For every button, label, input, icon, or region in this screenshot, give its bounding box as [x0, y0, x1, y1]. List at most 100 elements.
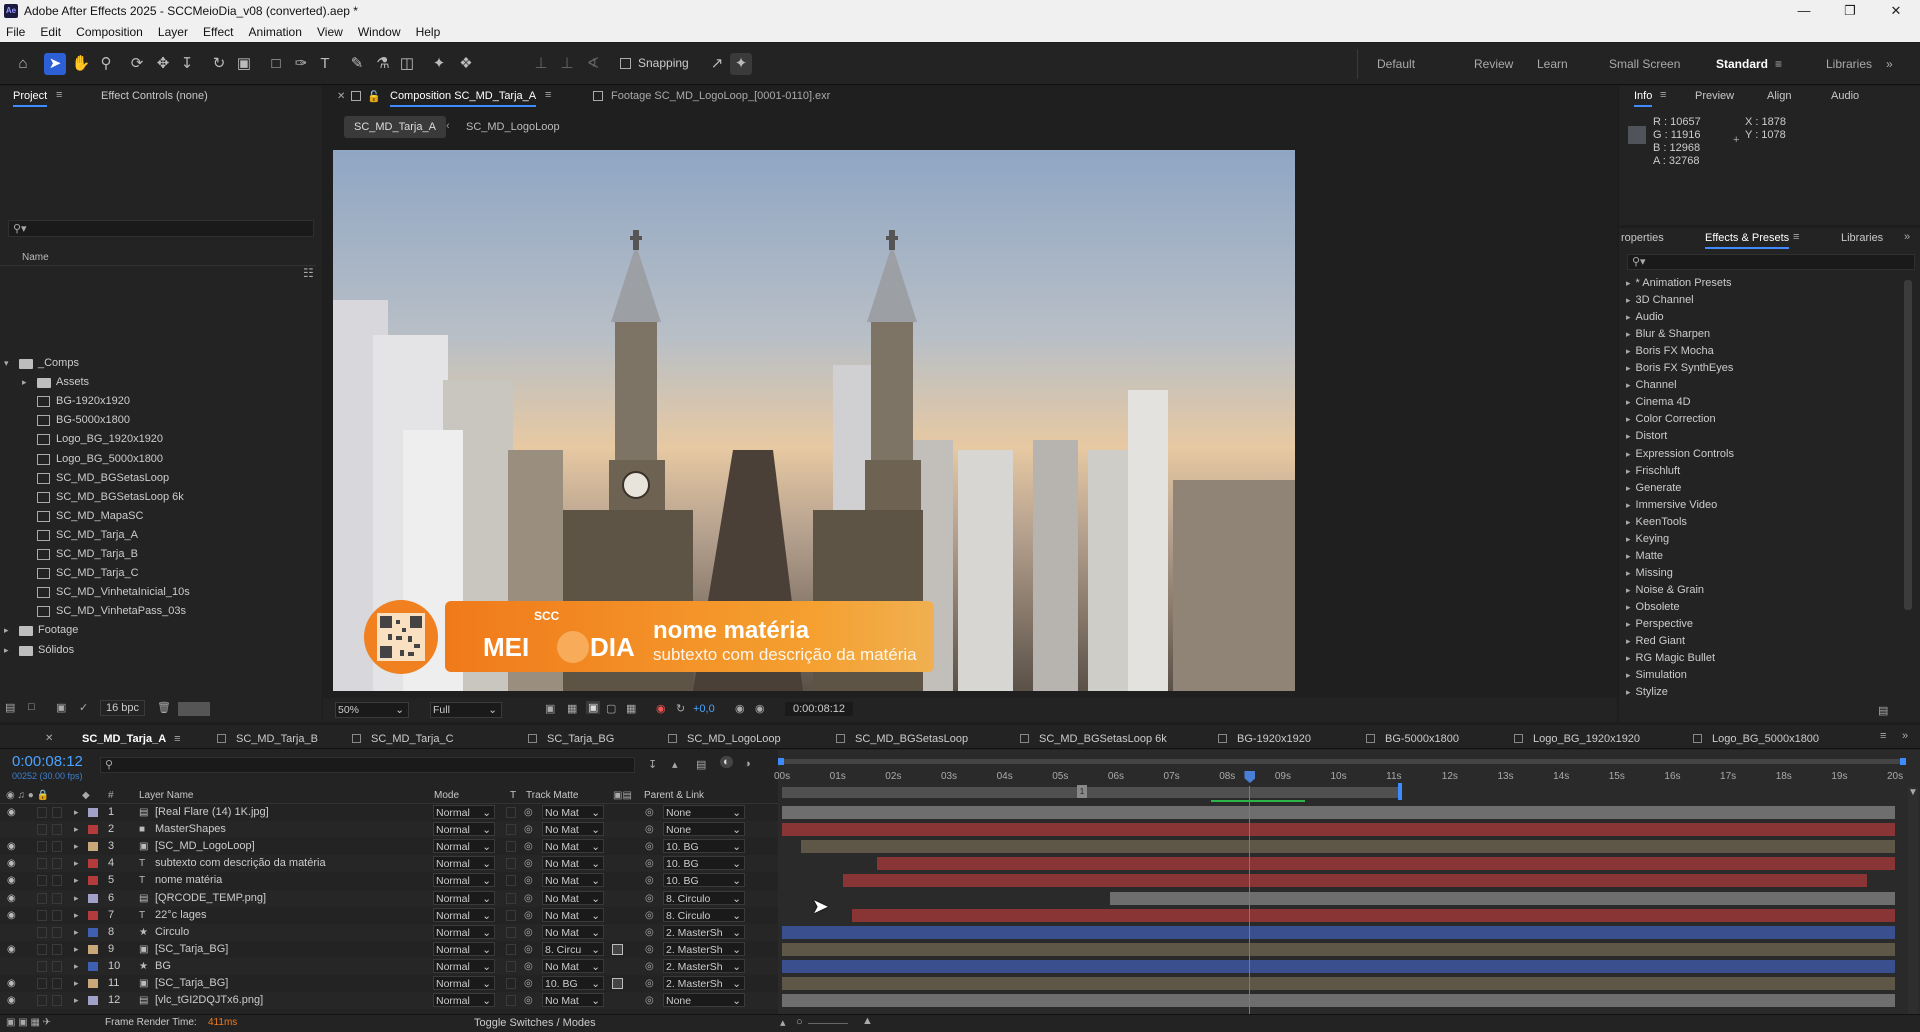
- matte-alpha-icon[interactable]: [612, 978, 623, 989]
- solo-switch[interactable]: [37, 875, 47, 887]
- effects-category[interactable]: ▸ Channel: [1626, 377, 1677, 394]
- effects-overflow-icon[interactable]: »: [1904, 231, 1910, 243]
- matte-pickwhip-icon[interactable]: ◎: [524, 838, 533, 855]
- layer-row[interactable]: ◉ ▸ 5 Tnome matéria Normal ⌄ ◎ No Mat ⌄ ◎ 10. BG ⌄: [0, 872, 778, 889]
- mode-dropdown[interactable]: Normal ⌄: [433, 941, 495, 956]
- layer-duration-bar[interactable]: [1110, 891, 1895, 905]
- dolly-tool-icon[interactable]: ↧: [176, 53, 198, 75]
- tab-info[interactable]: Info: [1634, 90, 1653, 107]
- project-comp-row[interactable]: SC_MD_MapaSC: [0, 507, 316, 526]
- mode-dropdown[interactable]: Normal ⌄: [433, 958, 495, 973]
- track-matte-dropdown[interactable]: No Mat ⌄: [542, 856, 604, 871]
- parent-header[interactable]: Parent & Link: [644, 790, 704, 801]
- label-color-swatch[interactable]: [88, 927, 98, 937]
- effects-category[interactable]: ▸ Generate: [1626, 480, 1681, 497]
- solo-switch[interactable]: [37, 960, 47, 972]
- timeline-tab-menu-icon[interactable]: ≡: [1880, 730, 1886, 742]
- parent-pickwhip-icon[interactable]: ◎: [645, 838, 654, 855]
- timeline-tab[interactable]: SC_MD_Tarja_B: [217, 733, 318, 745]
- layer-name[interactable]: 22°c lages: [155, 907, 207, 924]
- close-tab-icon[interactable]: ✕: [337, 91, 345, 102]
- effects-category[interactable]: ▸ Noise & Grain: [1626, 582, 1704, 599]
- menu-view[interactable]: View: [311, 22, 349, 42]
- solo-switch[interactable]: [37, 943, 47, 955]
- track-matte-dropdown[interactable]: No Mat ⌄: [542, 907, 604, 922]
- rotate-tool-icon[interactable]: ↻: [208, 53, 230, 75]
- lock-switch[interactable]: [52, 807, 62, 818]
- effects-category[interactable]: ▸ Immersive Video: [1626, 497, 1717, 514]
- parent-pickwhip-icon[interactable]: ◎: [645, 821, 654, 838]
- track-matte-dropdown[interactable]: No Mat ⌄: [542, 958, 604, 973]
- zoom-slider-handle[interactable]: ○: [796, 1016, 803, 1028]
- roto-brush-tool-icon[interactable]: ✦: [428, 53, 450, 75]
- composition-viewer[interactable]: SCC MEI DIA nome matéria subtexto com de…: [333, 150, 1295, 691]
- layer-expand-icon[interactable]: ▸: [74, 992, 79, 1009]
- layer-expand-icon[interactable]: ▸: [74, 890, 79, 907]
- project-comp-row[interactable]: BG-1920x1920: [0, 392, 316, 411]
- layer-expand-icon[interactable]: ▸: [74, 924, 79, 941]
- color-channel-icon[interactable]: ◉: [656, 702, 666, 715]
- lock-switch[interactable]: [52, 960, 62, 972]
- effects-category[interactable]: ▸ Expression Controls: [1626, 446, 1734, 463]
- workspace-overflow-icon[interactable]: »: [1886, 57, 1893, 71]
- layer-duration-bar[interactable]: [851, 908, 1895, 922]
- parent-dropdown[interactable]: 8. Circulo ⌄: [663, 907, 745, 922]
- draft-3d-icon[interactable]: ▴: [672, 758, 678, 771]
- solo-switch[interactable]: [37, 926, 47, 938]
- effects-category[interactable]: ▸ Boris FX Mocha: [1626, 343, 1714, 360]
- maximize-icon[interactable]: ❐: [1827, 0, 1873, 22]
- layer-name[interactable]: [QRCODE_TEMP.png]: [155, 890, 266, 907]
- preserve-transparency-switch[interactable]: [506, 875, 516, 887]
- effects-category[interactable]: ▸ RG Magic Bullet: [1626, 650, 1715, 667]
- effects-category[interactable]: ▸ Missing: [1626, 565, 1673, 582]
- visibility-eye-icon[interactable]: ◉: [7, 941, 16, 958]
- layer-row[interactable]: ◉ ▸ 3 ▣ [SC_MD_LogoLoop] Normal ⌄ ◎ No Mat ⌄ ◎ 10. …: [0, 838, 778, 855]
- mode-dropdown[interactable]: Normal ⌄: [433, 993, 495, 1008]
- matte-alpha-icon[interactable]: [612, 943, 623, 955]
- lock-switch[interactable]: [52, 841, 62, 853]
- solo-switch[interactable]: [37, 909, 47, 921]
- matte-pickwhip-icon[interactable]: ◎: [524, 941, 533, 958]
- solo-switch[interactable]: [37, 807, 47, 818]
- timeline-tab[interactable]: SC_MD_BGSetasLoop: [836, 733, 968, 745]
- effects-category[interactable]: ▸ Simulation: [1626, 667, 1687, 684]
- parent-pickwhip-icon[interactable]: ◎: [645, 907, 654, 924]
- parent-pickwhip-icon[interactable]: ◎: [645, 975, 654, 992]
- effects-category[interactable]: ▸ Obsolete: [1626, 599, 1680, 616]
- lock-switch[interactable]: [52, 926, 62, 938]
- resolution-dropdown[interactable]: Full ⌄: [430, 702, 502, 718]
- matte-pickwhip-icon[interactable]: ◎: [524, 907, 533, 924]
- guides-icon[interactable]: ▦: [626, 702, 636, 715]
- layer-name[interactable]: [SC_Tarja_BG]: [155, 941, 228, 958]
- visibility-eye-icon[interactable]: ◉: [7, 855, 16, 872]
- preserve-transparency-switch[interactable]: [506, 909, 516, 921]
- tab-align[interactable]: Align: [1767, 90, 1791, 102]
- track-matte-dropdown[interactable]: No Mat ⌄: [542, 839, 604, 854]
- pan-tool-icon[interactable]: ✥: [152, 53, 174, 75]
- folder-expanded-icon[interactable]: ▾: [4, 354, 9, 373]
- effects-category[interactable]: ▸ Cinema 4D: [1626, 394, 1691, 411]
- tab-audio[interactable]: Audio: [1831, 90, 1859, 102]
- effects-scrollbar[interactable]: [1904, 280, 1912, 610]
- tab-effect-controls[interactable]: Effect Controls (none): [101, 90, 208, 102]
- project-comp-row[interactable]: SC_MD_Tarja_C: [0, 564, 316, 583]
- track-matte-dropdown[interactable]: No Mat ⌄: [542, 805, 604, 819]
- layer-row[interactable]: ▸ 10 ★ BG Normal ⌄ ◎ No Mat ⌄ ◎ 2. MasterSh ⌄: [0, 957, 778, 975]
- layer-duration-bar[interactable]: [782, 823, 1895, 837]
- layer-name-header[interactable]: Layer Name: [139, 790, 193, 801]
- lock-switch[interactable]: [52, 978, 62, 989]
- track-matte-dropdown[interactable]: No Mat ⌄: [542, 993, 604, 1008]
- layer-row[interactable]: ◉ ▸ 12 ▤ [vlc_tGI2DQJTx6.png] Normal ⌄ ◎ No Mat ⌄…: [0, 992, 778, 1010]
- project-comp-row[interactable]: Logo_BG_5000x1800: [0, 450, 316, 469]
- visibility-eye-icon[interactable]: ◉: [7, 992, 16, 1009]
- new-comp-icon[interactable]: ▣: [56, 701, 66, 714]
- preserve-transparency-switch[interactable]: [506, 926, 516, 938]
- tab-libraries[interactable]: Libraries: [1841, 232, 1883, 244]
- layer-expand-icon[interactable]: ▸: [74, 821, 79, 838]
- track-matte-dropdown[interactable]: 10. BG ⌄: [542, 976, 604, 990]
- layer-expand-icon[interactable]: ▸: [74, 975, 79, 992]
- menu-animation[interactable]: Animation: [243, 22, 308, 42]
- navigator-end-handle[interactable]: [1900, 758, 1906, 765]
- project-comp-row[interactable]: SC_MD_BGSetasLoop: [0, 469, 316, 488]
- minimize-icon[interactable]: —: [1781, 0, 1827, 22]
